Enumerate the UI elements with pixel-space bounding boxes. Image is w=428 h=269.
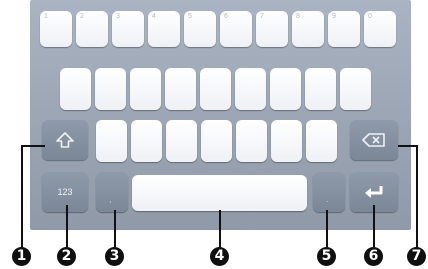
callout-badge-3: 3 [105,247,124,266]
key-4[interactable]: 4 [148,11,180,47]
key-number-label: 9 [332,13,336,20]
key-5[interactable]: 5 [184,11,216,47]
key-1[interactable]: 1 [40,11,72,47]
callout-line-1-vertical [21,145,23,249]
period-label: . [326,194,329,204]
key-number-label: 7 [260,13,264,20]
letter-key[interactable] [96,120,127,162]
letter-key[interactable] [130,68,161,110]
key-3[interactable]: 3 [112,11,144,47]
letter-key[interactable] [201,120,232,162]
callout-line-4 [219,210,221,247]
key-number-label: 3 [116,13,120,20]
letter-key[interactable] [305,68,336,110]
callout-badge-2: 2 [57,247,76,266]
callout-badge-6: 6 [364,247,383,266]
key-7[interactable]: 7 [256,11,288,47]
key-0[interactable]: 0 [364,11,396,47]
callout-badge-1: 1 [12,247,31,266]
callout-line-6 [373,205,375,247]
callout-line-5 [326,210,328,247]
letter-key[interactable] [165,68,196,110]
callout-badge-4: 4 [210,247,229,266]
key-number-label: 8 [296,13,300,20]
callout-line-7-vertical [416,145,418,249]
letter-key[interactable] [340,68,371,110]
callout-badge-5: 5 [317,247,336,266]
letter-key[interactable] [270,68,301,110]
letter-key[interactable] [60,68,91,110]
callout-line-7 [398,145,418,147]
key-8[interactable]: 8 [292,11,324,47]
shift-key[interactable] [42,120,88,160]
letter-key[interactable] [306,120,337,162]
letter-key[interactable] [131,120,162,162]
comma-label: , [109,194,112,204]
key-9[interactable]: 9 [328,11,360,47]
key-number-label: 2 [80,13,84,20]
backspace-key[interactable] [350,120,398,160]
comma-key[interactable]: , [96,172,128,212]
letter-key[interactable] [235,68,266,110]
enter-return-icon [365,186,383,198]
key-number-label: 5 [188,13,192,20]
callout-line-2 [66,205,68,247]
key-number-label: 4 [152,13,156,20]
keyboard: 1 2 3 4 5 6 7 8 9 0 123 , . [30,0,411,230]
letter-key[interactable] [271,120,302,162]
shift-arrow-icon [56,132,74,148]
backspace-icon [362,133,385,147]
callout-badge-7: 7 [407,247,426,266]
callout-line-1 [21,145,45,147]
space-bar[interactable] [132,175,307,211]
key-6[interactable]: 6 [220,11,252,47]
period-key[interactable]: . [313,172,345,212]
key-2[interactable]: 2 [76,11,108,47]
letter-key[interactable] [200,68,231,110]
callout-line-3 [114,210,116,247]
symbols-key-label: 123 [57,187,73,197]
key-number-label: 6 [224,13,228,20]
symbols-key[interactable]: 123 [42,172,88,212]
key-number-label: 1 [44,13,48,20]
letter-key[interactable] [166,120,197,162]
key-number-label: 0 [368,13,372,20]
letter-key[interactable] [236,120,267,162]
letter-key[interactable] [95,68,126,110]
